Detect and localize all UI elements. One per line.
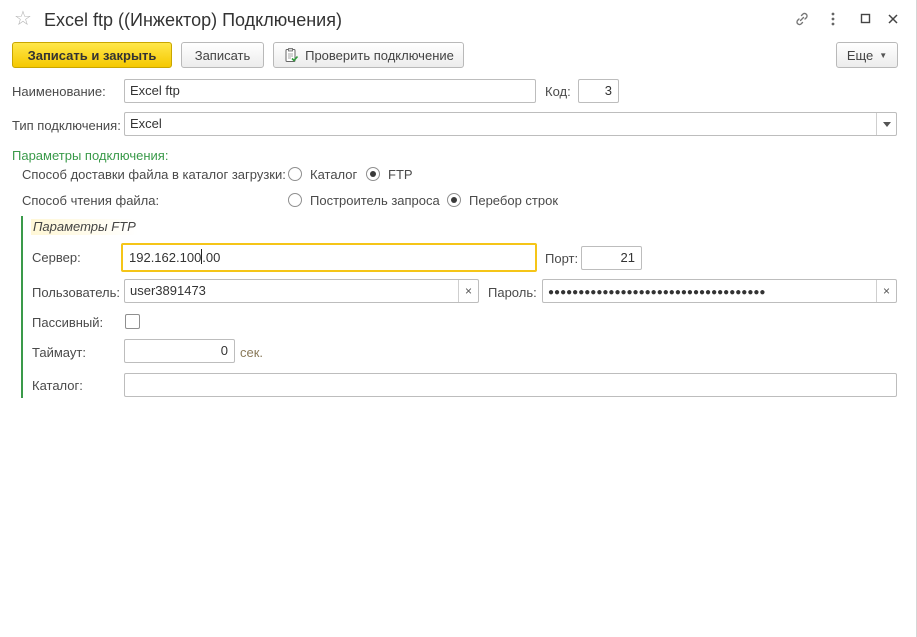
- read-option-row-iteration: Перебор строк: [469, 193, 559, 208]
- type-label: Тип подключения:: [12, 118, 121, 133]
- name-label: Наименование:: [12, 84, 106, 99]
- user-value: user3891473: [130, 283, 206, 298]
- clipboard-check-icon: [283, 47, 299, 63]
- close-icon[interactable]: [882, 8, 904, 30]
- timeout-label: Таймаут:: [32, 345, 86, 360]
- timeout-unit: сек.: [240, 345, 264, 360]
- link-icon[interactable]: [791, 8, 813, 30]
- delivery-option-catalog: Каталог: [310, 167, 358, 182]
- delivery-radio-catalog[interactable]: [288, 167, 302, 181]
- delivery-radio-ftp[interactable]: [366, 167, 380, 181]
- window-title: Excel ftp ((Инжектор) Подключения): [44, 10, 342, 30]
- dropdown-arrow-icon[interactable]: [876, 113, 896, 135]
- code-input[interactable]: 3: [578, 79, 619, 103]
- clear-user-icon[interactable]: ×: [458, 280, 478, 302]
- more-button[interactable]: Еще ▼: [836, 42, 898, 68]
- user-label: Пользователь:: [32, 285, 120, 300]
- maximize-icon[interactable]: [855, 8, 877, 30]
- check-connection-label: Проверить подключение: [305, 47, 454, 63]
- catalog-label: Каталог:: [32, 378, 83, 393]
- clear-password-icon[interactable]: ×: [876, 280, 896, 302]
- password-value: ●●●●●●●●●●●●●●●●●●●●●●●●●●●●●●●●●●●●: [548, 287, 766, 298]
- port-label: Порт:: [545, 251, 579, 266]
- chevron-down-icon: ▼: [879, 50, 888, 60]
- type-value: Excel: [130, 116, 162, 131]
- port-input[interactable]: 21: [581, 246, 642, 270]
- password-label: Пароль:: [488, 285, 537, 300]
- favorite-star-icon[interactable]: ☆: [14, 7, 32, 31]
- connection-params-title: Параметры подключения:: [12, 148, 169, 163]
- delivery-method-label: Способ доставки файла в каталог загрузки…: [22, 167, 286, 182]
- type-select[interactable]: Excel: [124, 112, 897, 136]
- read-option-query-builder: Построитель запроса: [310, 193, 440, 208]
- more-actions-icon[interactable]: [822, 8, 844, 30]
- save-and-close-button[interactable]: Записать и закрыть: [12, 42, 172, 68]
- read-radio-query-builder[interactable]: [288, 193, 302, 207]
- read-method-label: Способ чтения файла:: [22, 193, 160, 208]
- check-connection-button[interactable]: Проверить подключение: [273, 42, 464, 68]
- ftp-group-bar: [21, 216, 23, 398]
- more-label: Еще: [846, 47, 874, 63]
- user-input[interactable]: user3891473 ×: [124, 279, 479, 303]
- server-value-start: 192.162.100: [129, 250, 202, 265]
- server-label: Сервер:: [32, 250, 81, 265]
- catalog-input[interactable]: [124, 373, 897, 397]
- server-value-end: .00: [202, 250, 221, 265]
- save-button[interactable]: Записать: [181, 42, 264, 68]
- timeout-input[interactable]: 0: [124, 339, 235, 363]
- ftp-group-title: Параметры FTP: [31, 219, 138, 235]
- code-label: Код:: [545, 84, 571, 99]
- password-input[interactable]: ●●●●●●●●●●●●●●●●●●●●●●●●●●●●●●●●●●●● ×: [542, 279, 897, 303]
- passive-checkbox[interactable]: [125, 314, 140, 329]
- server-input[interactable]: 192.162.100.00: [121, 243, 537, 272]
- name-input[interactable]: Excel ftp: [124, 79, 536, 103]
- delivery-option-ftp: FTP: [388, 167, 413, 182]
- passive-label: Пассивный:: [32, 315, 104, 330]
- read-radio-row-iteration[interactable]: [447, 193, 461, 207]
